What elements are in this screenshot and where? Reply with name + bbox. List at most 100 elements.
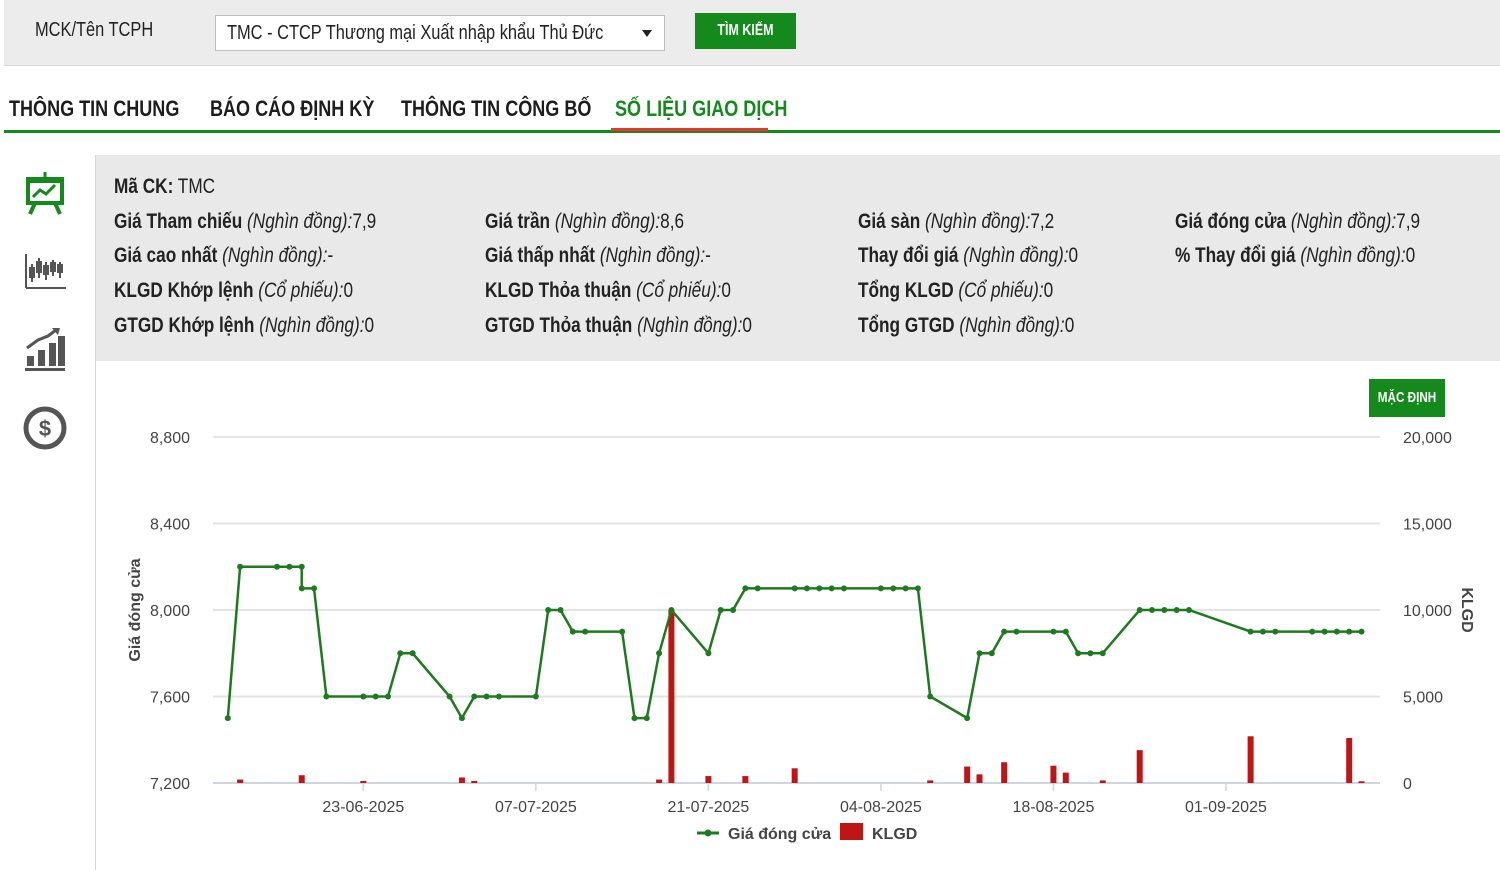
price-point [754, 585, 761, 592]
price-point [877, 585, 884, 592]
price-point [791, 585, 798, 592]
y-right-tick-label: 10,000 [1403, 603, 1452, 620]
price-point [471, 693, 478, 700]
price-point [1321, 628, 1328, 635]
volume-bar [1050, 765, 1057, 783]
y-right-tick-label: 20,000 [1403, 430, 1452, 447]
volume-bar [298, 775, 305, 783]
price-point [840, 585, 847, 592]
price-point [742, 585, 749, 592]
price-point [816, 585, 823, 592]
price-point [274, 563, 281, 570]
price-point [286, 563, 293, 570]
y-right-tick-label: 5,000 [1403, 690, 1443, 707]
volume-bar [964, 766, 971, 783]
price-point [964, 715, 971, 722]
y-left-tick-label: 7,200 [150, 776, 190, 793]
price-point [532, 693, 539, 700]
price-point [446, 693, 453, 700]
price-point [1001, 628, 1008, 635]
x-tick-label: 07-07-2025 [495, 799, 577, 816]
price-point [1087, 650, 1094, 657]
volume-bar [471, 780, 478, 783]
price-point [1013, 628, 1020, 635]
volume-bar [1099, 780, 1106, 783]
price-point [495, 693, 502, 700]
price-point [1346, 628, 1353, 635]
volume-bar [1247, 736, 1254, 783]
y-left-tick-label: 8,400 [150, 517, 190, 534]
volume-bar [1136, 750, 1143, 783]
volume-bar [927, 780, 934, 783]
price-point [1050, 628, 1057, 635]
y-left-tick-label: 7,600 [150, 690, 190, 707]
x-tick-label: 18-08-2025 [1013, 799, 1095, 816]
price-point [569, 628, 576, 635]
volume-bar [668, 610, 675, 783]
price-point [1309, 628, 1316, 635]
price-point [730, 607, 737, 613]
price-point [1161, 607, 1168, 613]
price-point [397, 650, 404, 657]
price-point [656, 650, 663, 657]
price-point [1333, 628, 1340, 635]
price-point [1173, 607, 1180, 613]
volume-bar [791, 768, 798, 783]
price-point [902, 585, 909, 592]
volume-bar [1062, 772, 1069, 783]
price-point [372, 693, 379, 700]
volume-bar [742, 776, 749, 783]
legend-point-swatch [704, 829, 712, 837]
y-right-tick-label: 0 [1403, 776, 1412, 793]
y-left-tick-label: 8,800 [150, 430, 190, 447]
price-point [311, 585, 318, 592]
price-point [828, 585, 835, 592]
volume-bar [1358, 781, 1365, 783]
price-point [631, 715, 638, 722]
price-point [1062, 628, 1069, 635]
y-right-tick-label: 15,000 [1403, 517, 1452, 534]
price-point [384, 693, 391, 700]
price-point [1136, 607, 1143, 613]
price-point [1259, 628, 1266, 635]
price-point [298, 585, 305, 592]
volume-bar [976, 774, 983, 783]
price-point [582, 628, 589, 635]
x-tick-label: 21-07-2025 [667, 799, 749, 816]
volume-bar [237, 779, 244, 783]
price-point [1358, 628, 1365, 635]
price-point [890, 585, 897, 592]
price-point [224, 715, 231, 722]
price-point [717, 607, 724, 613]
price-point [458, 715, 465, 722]
price-point [976, 650, 983, 657]
volume-bar [705, 776, 712, 783]
volume-bar [1346, 738, 1353, 783]
price-point [1272, 628, 1279, 635]
price-point [298, 563, 305, 570]
x-tick-label: 23-06-2025 [322, 799, 404, 816]
y-left-tick-label: 8,000 [150, 603, 190, 620]
price-point [705, 650, 712, 657]
legend-label-price[interactable]: Giá đóng cửa [728, 826, 831, 843]
price-point [619, 628, 626, 635]
price-point [1099, 650, 1106, 657]
chart-legend: Giá đóng cửa KLGD [697, 823, 917, 843]
price-point [988, 650, 995, 657]
x-tick-label: 04-08-2025 [840, 799, 922, 816]
price-point [409, 650, 416, 657]
price-point [1149, 607, 1156, 613]
price-point [668, 607, 675, 613]
price-point [1247, 628, 1254, 635]
price-point [914, 585, 921, 592]
price-point [1075, 650, 1082, 657]
price-point [557, 607, 564, 613]
price-point [803, 585, 810, 592]
legend-label-volume[interactable]: KLGD [872, 826, 917, 843]
x-tick-label: 01-09-2025 [1185, 799, 1267, 816]
price-point [360, 693, 367, 700]
price-point [483, 693, 490, 700]
volume-bar [1001, 762, 1008, 783]
volume-bar [458, 777, 465, 783]
price-point [643, 715, 650, 722]
